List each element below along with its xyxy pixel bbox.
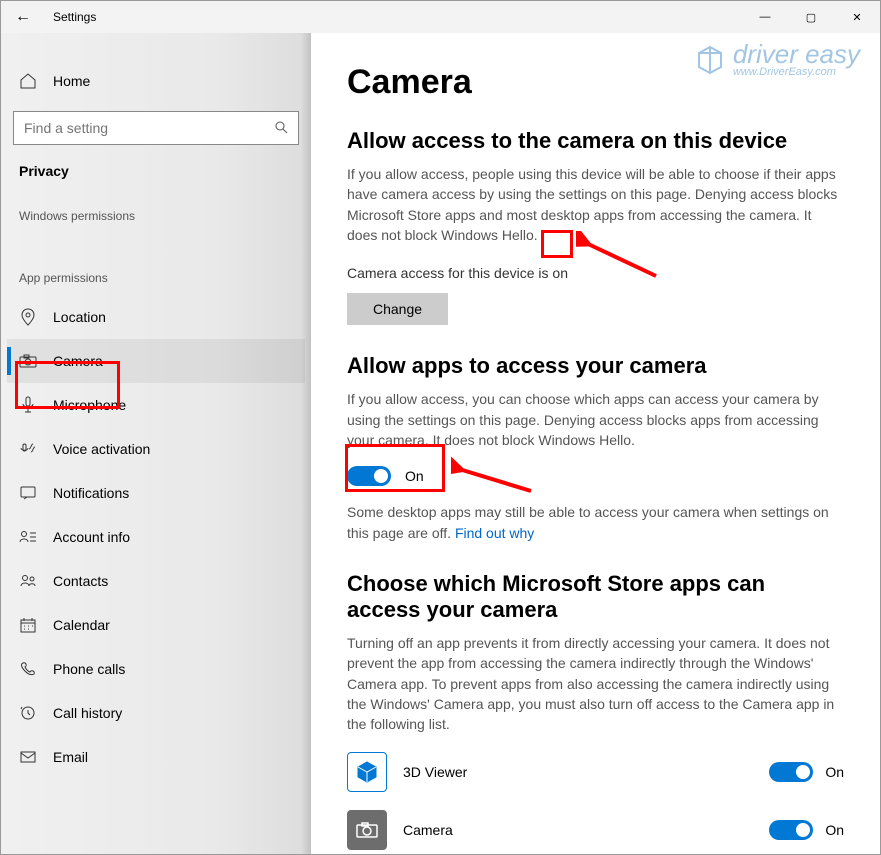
change-button[interactable]: Change: [347, 293, 448, 325]
email-icon: [19, 751, 37, 763]
app-state: On: [825, 764, 844, 780]
app-toggle-3d-viewer[interactable]: [769, 762, 813, 782]
content-pane: driver easy www.DriverEasy.com Camera Al…: [311, 33, 880, 854]
section3-title: Choose which Microsoft Store apps can ac…: [347, 571, 844, 623]
app-state: On: [825, 822, 844, 838]
close-button[interactable]: ✕: [834, 1, 880, 33]
sidebar-item-label: Notifications: [53, 485, 129, 501]
app-name: 3D Viewer: [403, 764, 467, 780]
history-icon: [19, 705, 37, 721]
sidebar-item-calendar[interactable]: Calendar: [7, 603, 305, 647]
sidebar-item-label: Call history: [53, 705, 122, 721]
minimize-button[interactable]: —: [742, 1, 788, 33]
sidebar-item-call-history[interactable]: Call history: [7, 691, 305, 735]
camera-app-icon: [347, 810, 387, 850]
microphone-icon: [19, 396, 37, 414]
sidebar-home[interactable]: Home: [7, 61, 305, 101]
section-app-permissions: App permissions: [7, 233, 305, 295]
back-button[interactable]: ←: [1, 1, 45, 33]
sidebar-item-voice-activation[interactable]: Voice activation: [7, 427, 305, 471]
home-icon: [19, 72, 37, 90]
sidebar-item-phone-calls[interactable]: Phone calls: [7, 647, 305, 691]
sidebar-item-label: Camera: [53, 353, 103, 369]
sidebar-item-camera[interactable]: Camera: [7, 339, 305, 383]
selection-accent: [7, 347, 11, 375]
sidebar-item-label: Account info: [53, 529, 130, 545]
breadcrumb: Privacy: [7, 163, 305, 185]
voice-icon: [19, 442, 37, 456]
sidebar-item-contacts[interactable]: Contacts: [7, 559, 305, 603]
search-input[interactable]: [24, 120, 274, 136]
sidebar-item-microphone[interactable]: Microphone: [7, 383, 305, 427]
section2-note: Some desktop apps may still be able to a…: [347, 502, 844, 543]
sidebar-item-label: Location: [53, 309, 106, 325]
section-windows-permissions: Windows permissions: [7, 185, 305, 233]
app-name: Camera: [403, 822, 453, 838]
home-label: Home: [53, 73, 90, 89]
apps-access-state: On: [405, 468, 424, 484]
sidebar-item-label: Email: [53, 749, 88, 765]
sidebar-item-label: Microphone: [53, 397, 126, 413]
apps-access-toggle[interactable]: [347, 466, 391, 486]
find-out-why-link[interactable]: Find out why: [455, 525, 534, 541]
titlebar: ← Settings — ▢ ✕: [1, 1, 880, 33]
sidebar-item-label: Calendar: [53, 617, 110, 633]
phone-icon: [19, 661, 37, 677]
sidebar-item-label: Contacts: [53, 573, 108, 589]
sidebar-item-notifications[interactable]: Notifications: [7, 471, 305, 515]
sidebar: Home Privacy Windows permissions App per…: [1, 33, 311, 854]
watermark: driver easy www.DriverEasy.com: [693, 41, 860, 78]
sidebar-item-email[interactable]: Email: [7, 735, 305, 779]
search-box[interactable]: [13, 111, 299, 145]
search-icon: [274, 120, 288, 137]
account-icon: [19, 530, 37, 544]
contacts-icon: [19, 574, 37, 588]
sidebar-item-label: Voice activation: [53, 441, 150, 457]
sidebar-item-label: Phone calls: [53, 661, 125, 677]
notifications-icon: [19, 486, 37, 500]
location-icon: [19, 308, 37, 326]
app-toggle-camera[interactable]: [769, 820, 813, 840]
section1-title: Allow access to the camera on this devic…: [347, 128, 844, 154]
device-access-status: Camera access for this device is on: [347, 263, 844, 283]
section1-body: If you allow access, people using this d…: [347, 164, 844, 245]
3d-viewer-icon: [347, 752, 387, 792]
sidebar-item-location[interactable]: Location: [7, 295, 305, 339]
section3-body: Turning off an app prevents it from dire…: [347, 633, 844, 734]
app-row-camera: Camera On: [347, 810, 844, 850]
camera-icon: [19, 354, 37, 368]
calendar-icon: [19, 617, 37, 633]
app-row-3d-viewer: 3D Viewer On: [347, 752, 844, 792]
maximize-button[interactable]: ▢: [788, 1, 834, 33]
sidebar-item-account-info[interactable]: Account info: [7, 515, 305, 559]
section2-title: Allow apps to access your camera: [347, 353, 844, 379]
window-title: Settings: [45, 10, 96, 24]
watermark-brand: driver easy: [733, 41, 860, 67]
watermark-url: www.DriverEasy.com: [733, 67, 860, 78]
section2-body: If you allow access, you can choose whic…: [347, 389, 844, 450]
